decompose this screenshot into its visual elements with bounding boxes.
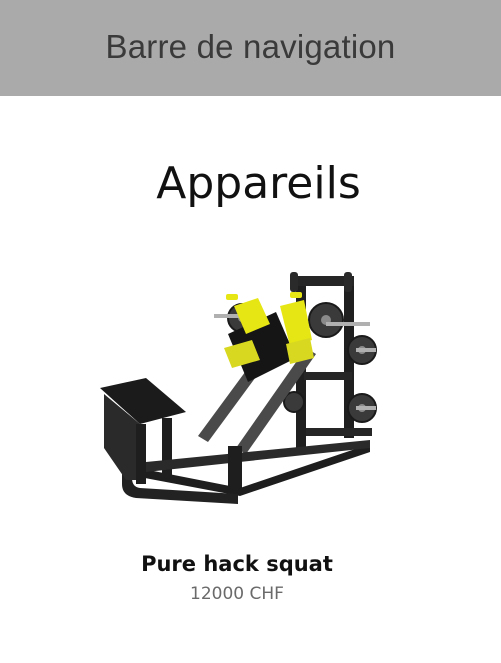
product-name[interactable]: Pure hack squat [100,550,374,578]
product-card[interactable]: Pure hack squat 12000 CHF [100,248,380,608]
hack-squat-machine-image[interactable] [100,248,380,524]
page-title: Appareils [156,158,361,209]
navigation-bar: Barre de navigation [0,0,501,96]
navbar-title: Barre de navigation [105,28,396,65]
product-price: 12000 CHF [190,584,284,604]
